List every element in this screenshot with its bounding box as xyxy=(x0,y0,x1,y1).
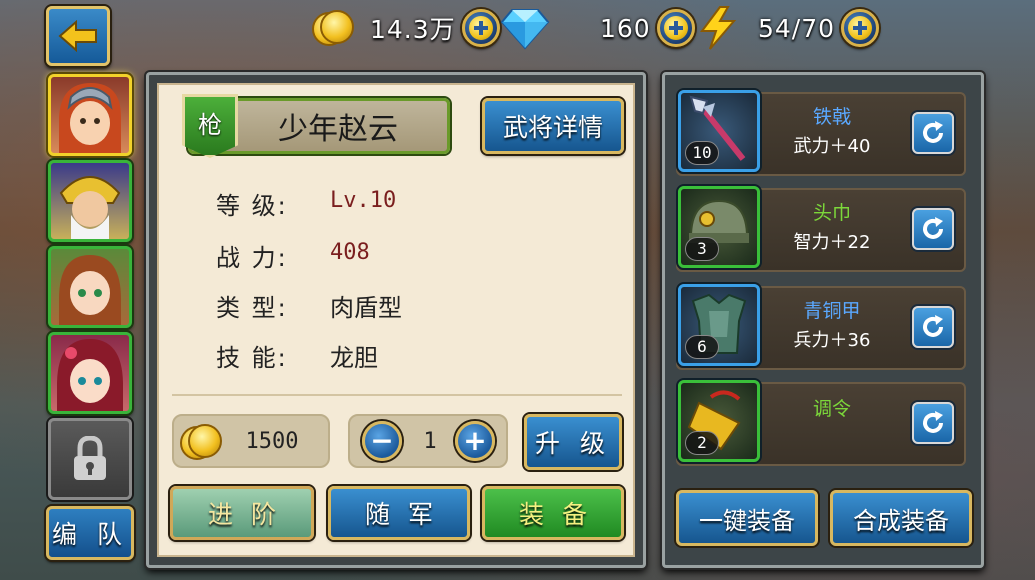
swap-equipment-button[interactable] xyxy=(912,402,954,444)
energy-amount: 54/70 xyxy=(758,13,836,43)
equipment-level-badge: 3 xyxy=(685,237,719,261)
hero-face-icon xyxy=(59,255,121,325)
equipment-icon-slot[interactable]: 3 xyxy=(678,186,760,268)
gold-coin-icon xyxy=(312,8,356,48)
swap-equipment-button[interactable] xyxy=(912,208,954,250)
refresh-icon xyxy=(923,217,943,239)
equipment-level-badge: 10 xyxy=(685,141,719,165)
add-diamond-button[interactable] xyxy=(656,9,695,47)
equipment-icon-slot[interactable]: 10 xyxy=(678,90,760,172)
gold-coin-icon xyxy=(180,422,224,462)
hero-portrait-4[interactable] xyxy=(48,332,132,414)
equipment-icon-slot[interactable]: 2 xyxy=(678,380,760,462)
type-label: 类 型: xyxy=(216,294,288,322)
gold-amount: 14.3万 xyxy=(370,15,456,44)
hero-face-icon xyxy=(59,83,121,153)
add-energy-button[interactable] xyxy=(841,9,880,47)
equipment-stat: 兵力＋36 xyxy=(793,330,871,351)
level-up-button[interactable]: 升 级 xyxy=(524,414,622,470)
equipment-stat: 智力＋22 xyxy=(793,232,871,253)
equipment-icon-slot[interactable]: 6 xyxy=(678,284,760,366)
locked-hero-slot xyxy=(48,418,132,500)
hero-portrait-3[interactable] xyxy=(48,246,132,328)
plus-icon xyxy=(663,16,688,40)
refresh-icon xyxy=(923,315,943,337)
hero-face-icon xyxy=(57,339,123,411)
arrow-left-icon xyxy=(58,20,97,52)
synthesize-equipment-button[interactable]: 合成装备 xyxy=(830,490,972,546)
quantity-value: 1 xyxy=(423,428,437,454)
diamond-amount: 160 xyxy=(600,13,651,43)
equip-tab-button[interactable]: 装备 xyxy=(482,486,624,540)
lightning-icon xyxy=(700,6,737,50)
refresh-icon xyxy=(923,121,943,143)
energy-resource: 54/70 xyxy=(694,4,880,52)
decrease-quantity-button[interactable]: − xyxy=(362,421,402,461)
diamond-counter: 160 xyxy=(600,4,695,52)
back-button[interactable] xyxy=(46,6,110,66)
resource-bar: 14.3万 160 54/70 xyxy=(300,4,900,52)
level-label: 等 级: xyxy=(216,192,288,220)
equipment-level-badge: 6 xyxy=(685,335,719,359)
follow-army-button[interactable]: 随军 xyxy=(328,486,470,540)
power-label: 战 力: xyxy=(216,244,288,272)
plus-icon xyxy=(848,16,873,40)
power-value: 408 xyxy=(330,240,370,265)
increase-quantity-button[interactable]: + xyxy=(455,421,495,461)
swap-equipment-button[interactable] xyxy=(912,306,954,348)
team-formation-button[interactable]: 编 队 xyxy=(46,506,134,560)
hero-name: 少年赵云 xyxy=(278,112,398,147)
skill-label: 技 能: xyxy=(216,344,288,372)
equipment-name: 头巾 xyxy=(812,202,851,224)
swap-equipment-button[interactable] xyxy=(912,112,954,154)
diamond-resource xyxy=(500,4,550,52)
skill-value: 龙胆 xyxy=(330,344,378,372)
level-value: Lv.10 xyxy=(330,188,397,213)
equipment-stat: 武力＋40 xyxy=(793,136,871,157)
equipment-name: 青铜甲 xyxy=(803,300,861,322)
type-value: 肉盾型 xyxy=(330,294,402,322)
equipment-name: 调令 xyxy=(812,398,851,420)
gold-resource: 14.3万 xyxy=(312,4,500,52)
add-gold-button[interactable] xyxy=(461,9,500,47)
hero-details-button[interactable]: 武将详情 xyxy=(482,98,624,154)
lock-icon xyxy=(74,436,106,480)
equipment-name: 铁戟 xyxy=(812,106,851,128)
hero-face-icon xyxy=(59,176,121,239)
refresh-icon xyxy=(923,411,943,433)
divider xyxy=(172,394,622,396)
weapon-type-badge: 枪 xyxy=(182,94,238,158)
advance-button[interactable]: 进阶 xyxy=(170,486,314,540)
equipment-level-badge: 2 xyxy=(685,431,719,455)
hero-portrait-2[interactable] xyxy=(48,160,132,242)
upgrade-cost-value: 1500 xyxy=(245,428,299,454)
diamond-icon xyxy=(500,9,550,50)
hero-portrait-zhaoyun[interactable] xyxy=(48,74,132,156)
plus-icon xyxy=(468,16,493,40)
one-click-equip-button[interactable]: 一键装备 xyxy=(676,490,818,546)
